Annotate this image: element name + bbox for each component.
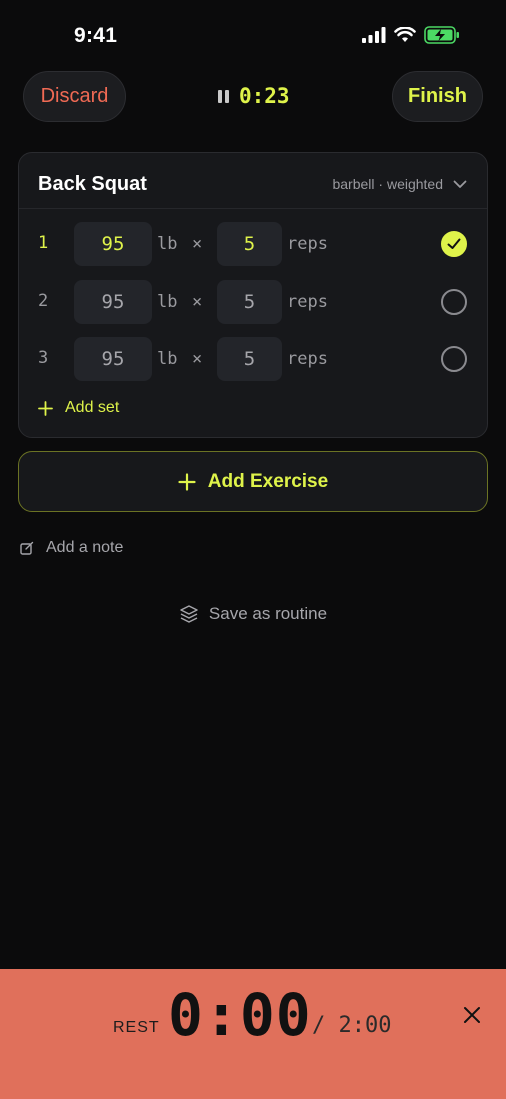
weight-input[interactable]: 95 [74, 280, 152, 324]
plus-icon [38, 400, 53, 416]
set-number: 3 [38, 348, 49, 368]
edit-note-icon [20, 541, 34, 555]
times-sign: × [192, 349, 203, 369]
layers-icon [180, 605, 198, 623]
times-sign: × [192, 292, 203, 312]
plus-icon [178, 472, 196, 491]
reps-input[interactable]: 5 [217, 222, 282, 266]
add-note-label: Add a note [46, 539, 124, 556]
status-bar: 9:41 [0, 0, 506, 70]
reps-input[interactable]: 5 [217, 280, 282, 324]
pause-icon[interactable] [218, 89, 229, 103]
times-sign: × [192, 234, 203, 254]
reps-input[interactable]: 5 [217, 337, 282, 381]
add-set-button[interactable]: Add set [38, 399, 119, 417]
exercise-tags: barbell · weighted [332, 176, 443, 192]
set-complete-toggle[interactable] [441, 231, 467, 257]
weight-input[interactable]: 95 [74, 222, 152, 266]
cellular-signal-icon [362, 27, 386, 43]
reps-label: reps [287, 234, 328, 254]
finish-button[interactable]: Finish [392, 71, 483, 122]
add-exercise-button[interactable]: Add Exercise [18, 451, 488, 512]
weight-unit: lb [157, 292, 178, 312]
set-row: 2 95 lb × 5 reps [19, 280, 487, 324]
set-row: 1 95 lb × 5 reps [19, 222, 487, 266]
exercise-card: Back Squat barbell · weighted 1 95 lb × … [18, 152, 488, 438]
close-icon[interactable] [462, 1005, 482, 1025]
chevron-down-icon[interactable] [453, 180, 467, 189]
status-time: 9:41 [74, 24, 118, 47]
battery-charging-icon [424, 26, 459, 44]
exercise-name: Back Squat [38, 173, 147, 195]
workout-timer[interactable]: 0:23 [218, 84, 290, 108]
reps-label: reps [287, 349, 328, 369]
weight-input[interactable]: 95 [74, 337, 152, 381]
reps-label: reps [287, 292, 328, 312]
checkmark-icon [447, 238, 461, 249]
set-complete-toggle[interactable] [441, 346, 467, 372]
add-set-label: Add set [65, 399, 120, 416]
rest-remaining: 0:00 [168, 981, 312, 1049]
weight-unit: lb [157, 234, 178, 254]
rest-timer-bar: REST 0:00 / 2:00 [0, 969, 506, 1099]
rest-label: REST [113, 1019, 160, 1036]
set-number: 1 [38, 233, 49, 253]
add-exercise-label: Add Exercise [207, 470, 329, 492]
discard-button[interactable]: Discard [23, 71, 126, 122]
wifi-icon [394, 27, 416, 42]
add-note-button[interactable]: Add a note [20, 539, 123, 557]
elapsed-time: 0:23 [239, 84, 290, 108]
exercise-header[interactable]: Back Squat barbell · weighted [19, 153, 487, 209]
set-row: 3 95 lb × 5 reps [19, 337, 487, 381]
set-complete-toggle[interactable] [441, 289, 467, 315]
exercise-meta[interactable]: barbell · weighted [332, 176, 467, 192]
set-number: 2 [38, 291, 49, 311]
rest-total: / 2:00 [312, 1013, 392, 1038]
save-routine-button[interactable]: Save as routine [0, 604, 506, 624]
save-routine-label: Save as routine [208, 604, 328, 623]
weight-unit: lb [157, 349, 178, 369]
